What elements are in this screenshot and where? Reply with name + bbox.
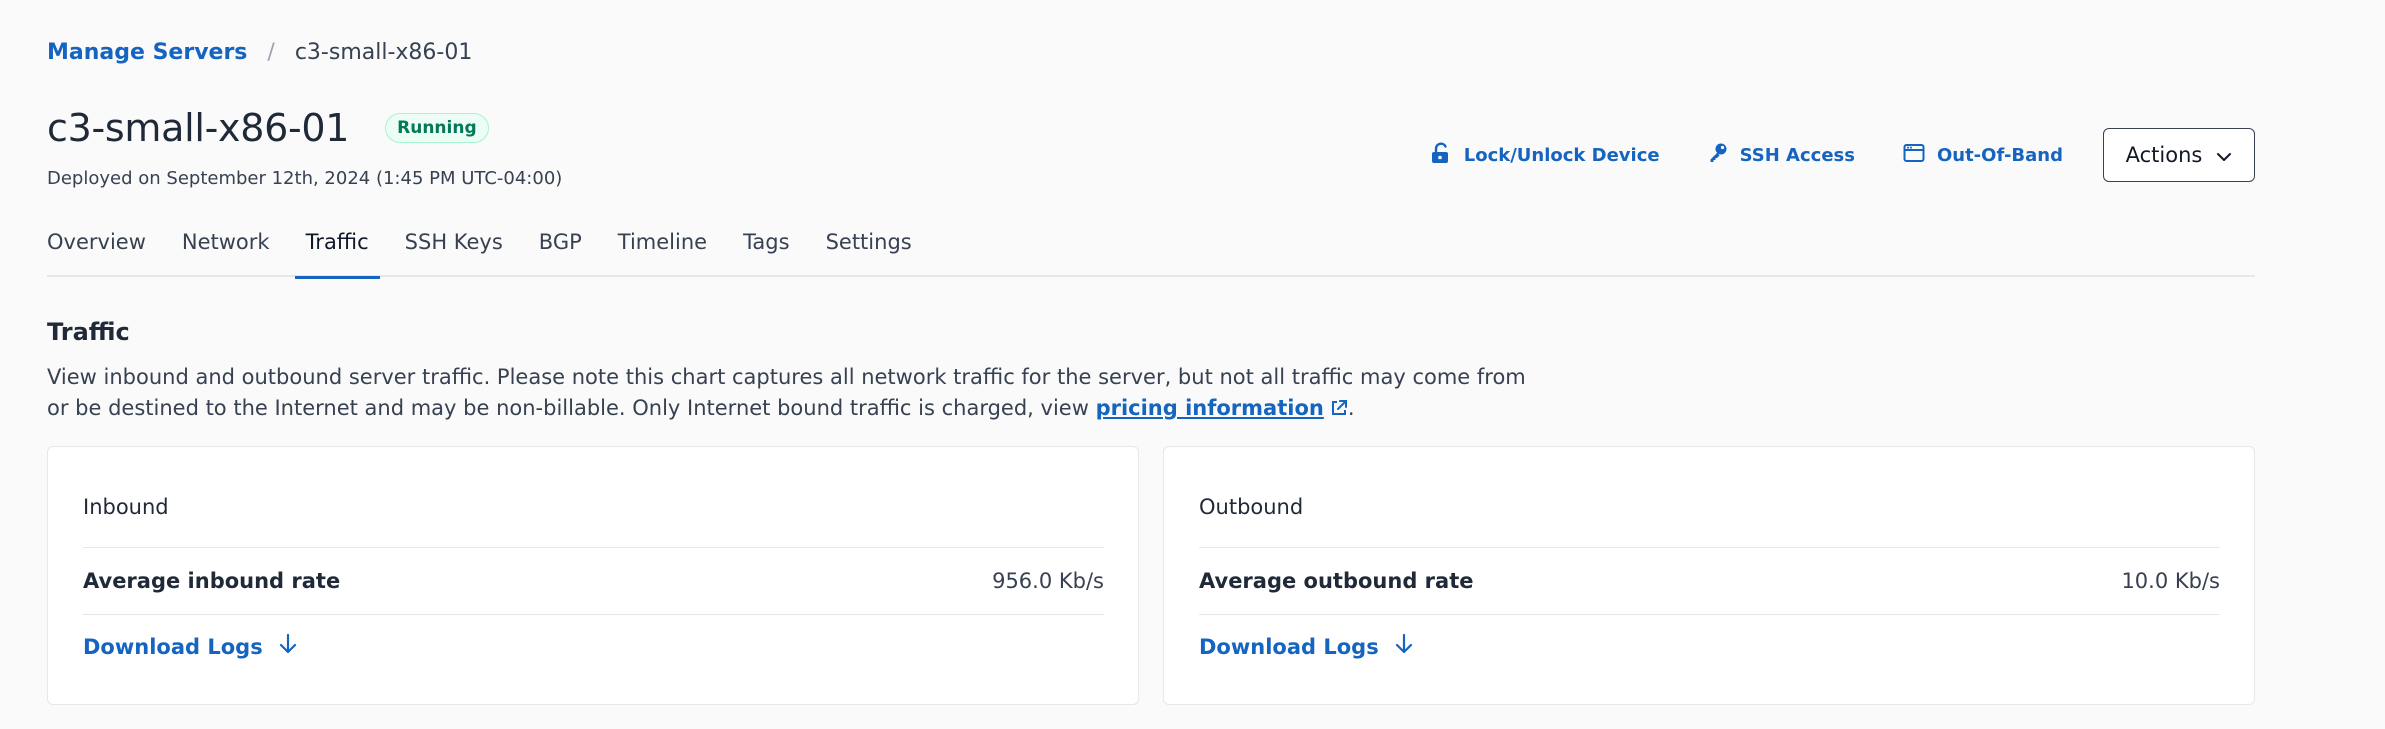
tab-network[interactable]: Network [182, 225, 270, 277]
breadcrumb-separator: / [267, 40, 275, 65]
breadcrumb-manage-servers[interactable]: Manage Servers [47, 40, 247, 65]
tab-bar: Overview Network Traffic SSH Keys BGP Ti… [47, 225, 2255, 279]
outbound-rate-row: Average outbound rate 10.0 Kb/s [1199, 547, 2220, 615]
outbound-download-logs-link[interactable]: Download Logs [1199, 633, 1413, 660]
inbound-title: Inbound [83, 495, 169, 519]
inbound-rate-row: Average inbound rate 956.0 Kb/s [83, 547, 1104, 615]
tab-traffic[interactable]: Traffic [294, 225, 380, 279]
actions-label: Actions [2125, 143, 2203, 167]
description-end: . [1347, 396, 1355, 420]
outbound-title: Outbound [1199, 495, 1304, 519]
out-of-band-label: Out-Of-Band [1936, 144, 2063, 166]
lock-unlock-device-link[interactable]: Lock/Unlock Device [1430, 142, 1660, 169]
inbound-download-logs-link[interactable]: Download Logs [83, 633, 297, 660]
header-actions: Lock/Unlock Device SSH Access Out-Of-Ban… [1430, 128, 2255, 182]
pricing-link-label: pricing information [1095, 396, 1324, 420]
inbound-rate-label: Average inbound rate [83, 569, 341, 593]
tab-ssh-keys[interactable]: SSH Keys [405, 225, 503, 277]
section-description: View inbound and outbound server traffic… [47, 362, 1547, 424]
out-of-band-link[interactable]: Out-Of-Band [1903, 143, 2063, 168]
page-title: c3-small-x86-01 [47, 106, 350, 150]
outbound-card: Outbound Average outbound rate 10.0 Kb/s… [1163, 446, 2255, 705]
external-link-icon [1324, 396, 1348, 420]
section-title: Traffic [47, 318, 130, 346]
actions-dropdown-button[interactable]: Actions [2103, 128, 2255, 182]
inbound-card: Inbound Average inbound rate 956.0 Kb/s … [47, 446, 1139, 705]
tab-bgp[interactable]: BGP [539, 225, 582, 277]
chevron-down-icon [2202, 143, 2232, 167]
outbound-rate-value: 10.0 Kb/s [2121, 569, 2220, 593]
page: Manage Servers / c3-small-x86-01 c3-smal… [0, 0, 2385, 729]
tab-tags[interactable]: Tags [743, 225, 790, 277]
key-icon [1708, 142, 1740, 169]
ssh-access-label: SSH Access [1739, 144, 1855, 166]
breadcrumb-current: c3-small-x86-01 [294, 40, 473, 65]
outbound-rate-label: Average outbound rate [1199, 569, 1474, 593]
inbound-rate-value: 956.0 Kb/s [992, 569, 1104, 593]
title-row: c3-small-x86-01 Running [47, 106, 489, 150]
pricing-information-link[interactable]: pricing information [1096, 396, 1348, 420]
ssh-access-link[interactable]: SSH Access [1708, 142, 1855, 169]
tab-timeline[interactable]: Timeline [618, 225, 707, 277]
deployed-date: Deployed on September 12th, 2024 (1:45 P… [47, 168, 563, 189]
window-icon [1903, 143, 1937, 168]
lock-icon [1430, 142, 1464, 169]
tab-overview[interactable]: Overview [47, 225, 146, 277]
status-badge: Running [385, 113, 489, 143]
arrow-down-icon [1379, 633, 1413, 660]
outbound-download-label: Download Logs [1199, 634, 1379, 659]
breadcrumb: Manage Servers / c3-small-x86-01 [47, 40, 472, 65]
arrow-down-icon [263, 633, 297, 660]
tab-settings[interactable]: Settings [826, 225, 912, 277]
lock-unlock-label: Lock/Unlock Device [1463, 144, 1660, 166]
inbound-download-label: Download Logs [83, 634, 263, 659]
